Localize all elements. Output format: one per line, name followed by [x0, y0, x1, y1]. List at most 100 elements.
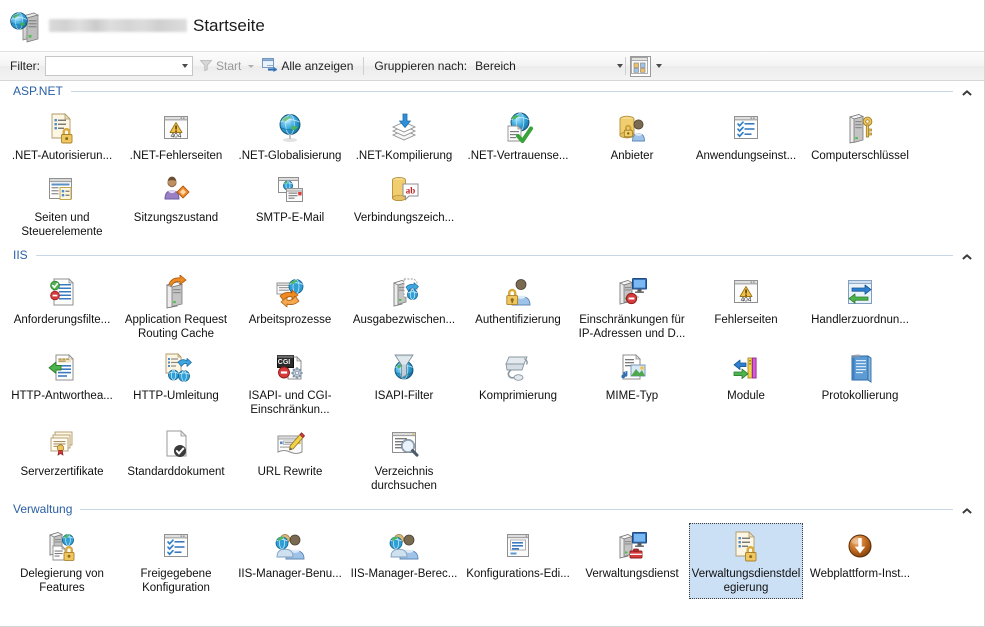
section-header-verwaltung: Verwaltung: [0, 499, 984, 519]
icon-row: Serverzertifikate Standarddokument URL R…: [0, 421, 984, 497]
feature-feature-delegation[interactable]: Delegierung von Features: [5, 523, 119, 599]
chevron-down-icon[interactable]: [182, 64, 188, 68]
feature-label: Application Request Routing Cache: [124, 314, 228, 340]
view-options-button[interactable]: [630, 55, 652, 77]
svg-text:404: 404: [171, 132, 182, 139]
section-grid-iis: Anforderungsfilte... Application Request…: [0, 265, 984, 499]
section-rule: [35, 254, 953, 256]
management-service-icon: [615, 529, 649, 563]
feature-management-service[interactable]: Verwaltungsdienst: [575, 523, 689, 599]
feature-handler-mappings[interactable]: Handlerzuordnun...: [803, 269, 917, 345]
feature-net-globalization[interactable]: .NET-Globalisierung: [233, 105, 347, 167]
compression-icon: [501, 351, 535, 385]
feature-providers[interactable]: Anbieter: [575, 105, 689, 167]
view-options-dropdown-icon[interactable]: [656, 64, 663, 68]
feature-mime-types[interactable]: MIME-Typ: [575, 345, 689, 421]
feature-logging[interactable]: Protokollierung: [803, 345, 917, 421]
feature-web-platform-installer[interactable]: Webplattform-Inst...: [803, 523, 917, 599]
iis-manager-home-pane: Startseite Filter: Start Alle anzeigen G…: [0, 0, 985, 627]
feature-compression[interactable]: Komprimierung: [461, 345, 575, 421]
feature-label: Verwaltungsdienstdelegierung: [691, 568, 801, 594]
feature-label: Fehlerseiten: [714, 314, 778, 326]
feature-label: Anbieter: [610, 150, 654, 162]
feature-net-compilation[interactable]: .NET-Kompilierung: [347, 105, 461, 167]
go-dropdown-icon[interactable]: [248, 64, 255, 68]
feature-session-state[interactable]: Sitzungszustand: [119, 167, 233, 243]
feature-management-service-delegation[interactable]: Verwaltungsdienstdelegierung: [689, 523, 803, 599]
feature-authentication[interactable]: Authentifizierung: [461, 269, 575, 345]
smtp-email-icon: [273, 173, 307, 207]
authentication-icon: [501, 275, 535, 309]
feature-connection-strings[interactable]: ab Verbindungszeich...: [347, 167, 461, 243]
feature-pages-and-controls[interactable]: Seiten und Steuerelemente: [5, 167, 119, 243]
application-settings-icon: [729, 111, 763, 145]
feature-modules[interactable]: Module: [689, 345, 803, 421]
feature-url-rewrite[interactable]: URL Rewrite: [233, 421, 347, 497]
feature-label: Delegierung von Features: [20, 568, 104, 594]
filter-combobox[interactable]: [45, 56, 193, 76]
providers-icon: [615, 111, 649, 145]
handler-mappings-icon: [843, 275, 877, 309]
group-by-label: Gruppieren nach:: [374, 59, 468, 73]
section-rule: [70, 90, 953, 92]
feature-http-response-headers[interactable]: HTTP-Antworthea...: [5, 345, 119, 421]
feature-label: Anforderungsfilte...: [13, 314, 111, 326]
feature-machine-key[interactable]: Computerschlüssel: [803, 105, 917, 167]
feature-label: Einschränkungen für IP-Adressen und D...: [578, 314, 686, 340]
show-all-icon: [262, 57, 278, 75]
feature-ip-restrictions[interactable]: Einschränkungen für IP-Adressen und D...: [575, 269, 689, 345]
isapi-cgi-restrictions-icon: CGI: [273, 351, 307, 385]
feature-label: .NET-Autorisierun...: [11, 150, 113, 162]
feature-smtp-email[interactable]: SMTP-E-Mail: [233, 167, 347, 243]
server-name-redacted: [49, 19, 187, 32]
feature-label: Arbeitsprozesse: [248, 314, 332, 326]
feature-label: Standarddokument: [127, 466, 225, 478]
mime-types-icon: [615, 351, 649, 385]
request-filtering-icon: [45, 275, 79, 309]
feature-server-certificates[interactable]: Serverzertifikate: [5, 421, 119, 497]
feature-net-trust-levels[interactable]: .NET-Vertrauense...: [461, 105, 575, 167]
feature-application-settings[interactable]: Anwendungseinst...: [689, 105, 803, 167]
feature-configuration-editor[interactable]: Konfigurations-Edi...: [461, 523, 575, 599]
feature-label: Webplattform-Inst...: [809, 568, 911, 580]
feature-arr-cache[interactable]: Application Request Routing Cache: [119, 269, 233, 345]
group-by-value: Bereich: [475, 59, 516, 73]
shared-configuration-icon: [159, 529, 193, 563]
chevron-up-icon[interactable]: [961, 503, 974, 516]
feature-default-document[interactable]: Standarddokument: [119, 421, 233, 497]
feature-http-redirect[interactable]: HTTP-Umleitung: [119, 345, 233, 421]
icon-row: .NET-Autorisierun... 404 .NET-Fehlerseit…: [0, 105, 984, 167]
chevron-up-icon[interactable]: [961, 249, 974, 262]
go-button[interactable]: Start: [195, 55, 258, 77]
feature-isapi-cgi-restrictions[interactable]: CGI ISAPI- und CGI-Einschränkun...: [233, 345, 347, 421]
modules-icon: [729, 351, 763, 385]
feature-label: .NET-Globalisierung: [238, 150, 342, 162]
feature-label: Computerschlüssel: [811, 150, 909, 162]
feature-request-filtering[interactable]: Anforderungsfilte...: [5, 269, 119, 345]
feature-output-caching[interactable]: Ausgabezwischen...: [347, 269, 461, 345]
section-title: ASP.NET: [13, 84, 63, 98]
feature-isapi-filters[interactable]: ISAPI-Filter: [347, 345, 461, 421]
feature-iis-manager-users[interactable]: IIS-Manager-Benu...: [233, 523, 347, 599]
feature-shared-configuration[interactable]: Freigegebene Konfiguration: [119, 523, 233, 599]
feature-label: Freigegebene Konfiguration: [140, 568, 212, 594]
feature-net-authorization[interactable]: .NET-Autorisierun...: [5, 105, 119, 167]
group-by-select[interactable]: Bereich: [475, 57, 624, 75]
configuration-editor-icon: [501, 529, 535, 563]
feature-error-pages[interactable]: 404 Fehlerseiten: [689, 269, 803, 345]
show-all-label: Alle anzeigen: [281, 59, 354, 73]
feature-label: Sitzungszustand: [133, 212, 219, 224]
output-caching-icon: [387, 275, 421, 309]
feature-label: HTTP-Antworthea...: [11, 390, 113, 402]
icon-row: HTTP-Antworthea... HTTP-Umleitung CGI IS…: [0, 345, 984, 421]
go-label: Start: [216, 59, 242, 73]
filter-input[interactable]: [58, 59, 182, 73]
feature-iis-manager-permissions[interactable]: IIS-Manager-Berec...: [347, 523, 461, 599]
http-response-headers-icon: [45, 351, 79, 385]
feature-worker-processes[interactable]: Arbeitsprozesse: [233, 269, 347, 345]
feature-directory-browsing[interactable]: Verzeichnis durchsuchen: [347, 421, 461, 497]
chevron-down-icon[interactable]: [617, 64, 624, 68]
chevron-up-icon[interactable]: [961, 85, 974, 98]
feature-net-error-pages[interactable]: 404 .NET-Fehlerseiten: [119, 105, 233, 167]
show-all-button[interactable]: Alle anzeigen: [258, 55, 357, 77]
